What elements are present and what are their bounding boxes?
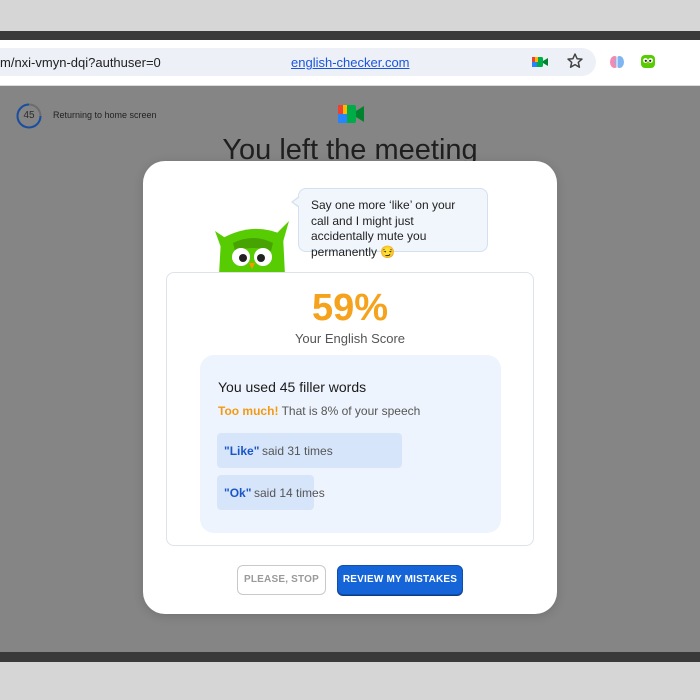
too-much-label: Too much! xyxy=(218,404,279,418)
url-path: m/nxi-vmyn-dqi?authuser=0 xyxy=(0,55,161,70)
review-mistakes-button[interactable]: REVIEW MY MISTAKES xyxy=(337,565,463,595)
filler-word: "Like" xyxy=(224,444,260,458)
desktop-background xyxy=(0,662,700,700)
browser-toolbar: m/nxi-vmyn-dqi?authuser=0 english-checke… xyxy=(0,40,700,86)
english-score-modal: Say one more ‘like’ on your call and I m… xyxy=(143,161,557,614)
owl-mascot xyxy=(215,221,289,275)
window-top-border xyxy=(0,31,700,40)
filler-summary: Too much! That is 8% of your speech xyxy=(218,404,420,418)
filler-words-panel: You used 45 filler words Too much! That … xyxy=(200,355,501,533)
filler-item-like: "Like" said 31 times xyxy=(217,433,402,468)
filler-count: said 31 times xyxy=(262,444,333,458)
brain-extension-icon[interactable] xyxy=(608,53,626,71)
owl-extension-icon[interactable] xyxy=(639,52,657,70)
filler-word: "Ok" xyxy=(224,486,252,500)
star-icon[interactable] xyxy=(566,52,584,70)
countdown-value: 45 xyxy=(23,110,35,121)
bubble-tail-fill xyxy=(293,197,300,207)
speech-bubble: Say one more ‘like’ on your call and I m… xyxy=(298,188,488,259)
url-domain-link[interactable]: english-checker.com xyxy=(291,55,410,70)
address-bar[interactable]: m/nxi-vmyn-dqi?authuser=0 english-checke… xyxy=(0,48,596,76)
window-bottom-border xyxy=(0,652,700,662)
google-meet-logo xyxy=(338,105,364,123)
score-value: 59% xyxy=(311,287,389,329)
score-label: Your English Score xyxy=(294,331,406,346)
meet-icon[interactable] xyxy=(531,53,549,71)
score-card: 59% Your English Score You used 45 fille… xyxy=(166,272,534,546)
returning-text: Returning to home screen xyxy=(53,110,157,120)
filler-title: You used 45 filler words xyxy=(218,379,367,395)
speech-share-text: That is 8% of your speech xyxy=(281,404,421,418)
filler-count: said 14 times xyxy=(254,486,325,500)
filler-item-ok: "Ok" said 14 times xyxy=(217,475,325,510)
please-stop-button[interactable]: PLEASE, STOP xyxy=(237,565,326,595)
